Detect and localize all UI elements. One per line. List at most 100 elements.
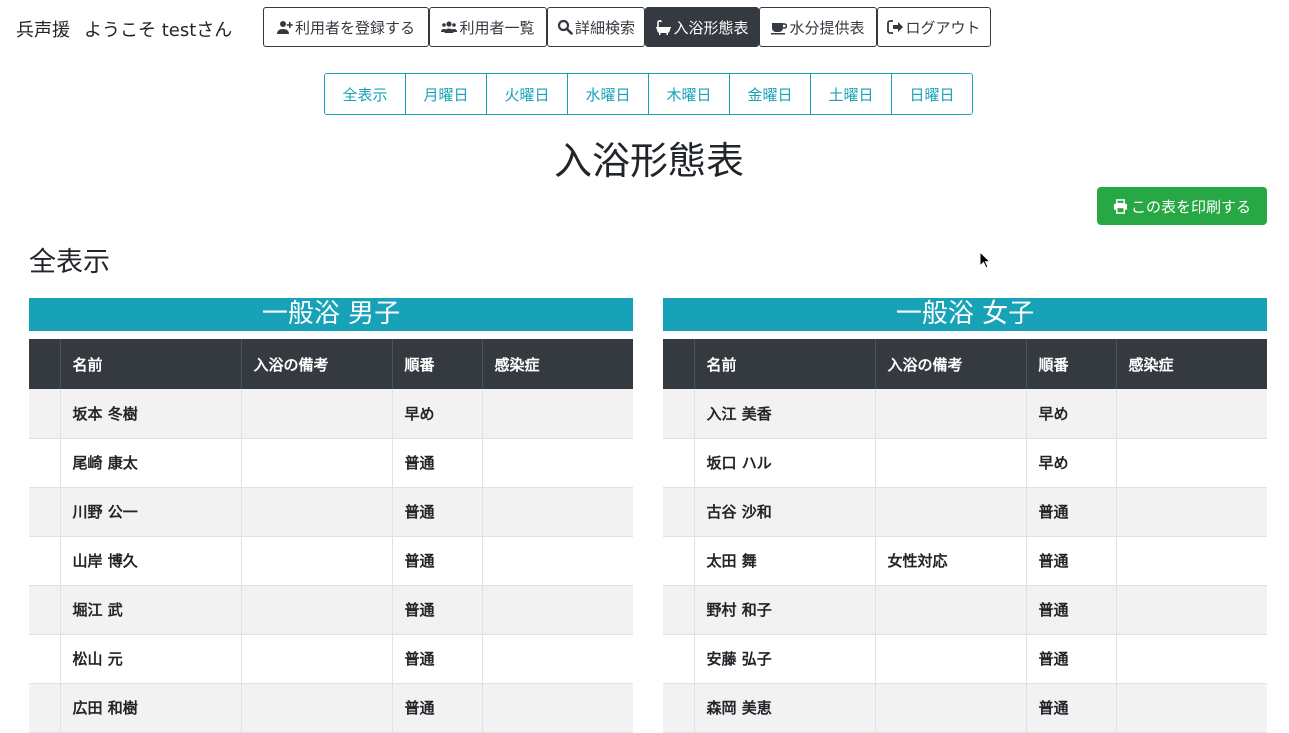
cell-infection (1116, 634, 1267, 684)
detail-search-button[interactable]: 詳細検索 (547, 7, 645, 47)
day-button-friday[interactable]: 金曜日 (730, 74, 811, 114)
cell-name: 山岸 博久 (60, 536, 242, 586)
register-user-button[interactable]: 利用者を登録する (263, 7, 429, 47)
cell-infection (1116, 438, 1267, 488)
cell-note (241, 487, 393, 537)
cell-note (241, 536, 393, 586)
row-marker (663, 585, 695, 635)
header-infection: 感染症 (482, 339, 633, 389)
panel-title: 一般浴 男子 (29, 298, 633, 331)
cell-name: 坂口 ハル (694, 438, 876, 488)
row-marker (29, 438, 61, 488)
table-row: 野村 和子 普通 (663, 585, 1267, 635)
cell-order: 普通 (1026, 683, 1117, 733)
table-row: 堀江 武 普通 (29, 585, 633, 635)
cell-infection (482, 487, 633, 537)
bath-icon (656, 20, 672, 35)
cell-order: 普通 (1026, 585, 1117, 635)
cell-infection (482, 536, 633, 586)
bath-table-label: 入浴形態表 (673, 18, 749, 37)
panel-title: 一般浴 女子 (663, 298, 1267, 331)
day-button-sunday[interactable]: 日曜日 (892, 74, 972, 114)
header-order: 順番 (392, 339, 483, 389)
header-note: 入浴の備考 (875, 339, 1027, 389)
row-marker (29, 389, 61, 439)
print-button[interactable]: この表を印刷する (1097, 187, 1267, 225)
cell-name: 入江 美香 (694, 389, 876, 439)
cell-infection (482, 438, 633, 488)
user-plus-icon (276, 21, 293, 34)
cell-note (875, 438, 1027, 488)
cell-order: 普通 (392, 585, 483, 635)
user-list-button[interactable]: 利用者一覧 (429, 7, 547, 47)
row-marker (663, 536, 695, 586)
table-row: 森岡 美恵 普通 (663, 683, 1267, 733)
table-row: 安藤 弘子 普通 (663, 634, 1267, 684)
day-button-tuesday[interactable]: 火曜日 (487, 74, 568, 114)
search-icon (557, 19, 573, 35)
header-name: 名前 (60, 339, 242, 389)
cell-order: 普通 (392, 438, 483, 488)
cell-order: 早め (392, 389, 483, 439)
cell-order: 普通 (392, 536, 483, 586)
cell-order: 普通 (1026, 487, 1117, 537)
cell-order: 普通 (392, 487, 483, 537)
cell-name: 広田 和樹 (60, 683, 242, 733)
cell-note (241, 634, 393, 684)
cell-infection (482, 683, 633, 733)
cell-order: 早め (1026, 438, 1117, 488)
cell-name: 尾崎 康太 (60, 438, 242, 488)
cell-infection (1116, 683, 1267, 733)
logout-label: ログアウト (905, 18, 981, 37)
water-table-label: 水分提供表 (789, 18, 865, 37)
bath-table-female: 名前 入浴の備考 順番 感染症 入江 美香 早め 坂口 ハル 早め 古谷 沙和 普通 … (663, 339, 1267, 733)
panel-female: 一般浴 女子 名前 入浴の備考 順番 感染症 入江 美香 早め 坂口 ハル 早め 古… (663, 298, 1267, 733)
table-row: 入江 美香 早め (663, 389, 1267, 439)
brand-name: 兵声援 (16, 20, 70, 41)
day-filter-group: 全表示 月曜日 火曜日 水曜日 木曜日 金曜日 土曜日 日曜日 (324, 73, 973, 115)
table-row: 太田 舞女性対応 普通 (663, 536, 1267, 586)
row-marker (663, 389, 695, 439)
cell-note: 女性対応 (875, 536, 1027, 586)
table-row: 坂本 冬樹 早め (29, 389, 633, 439)
cell-note (875, 487, 1027, 537)
page-title: 入浴形態表 (553, 139, 744, 183)
cell-note (875, 389, 1027, 439)
day-button-all[interactable]: 全表示 (325, 74, 406, 114)
cell-order: 普通 (392, 683, 483, 733)
cell-note (241, 389, 393, 439)
day-button-monday[interactable]: 月曜日 (406, 74, 487, 114)
cell-name: 堀江 武 (60, 585, 242, 635)
cell-note (241, 585, 393, 635)
register-user-label: 利用者を登録する (294, 18, 415, 37)
cell-order: 普通 (1026, 634, 1117, 684)
cell-infection (482, 634, 633, 684)
cell-name: 古谷 沙和 (694, 487, 876, 537)
water-table-button[interactable]: 水分提供表 (759, 7, 877, 47)
row-marker (29, 487, 61, 537)
cell-note (241, 683, 393, 733)
bath-table-button[interactable]: 入浴形態表 (645, 7, 759, 47)
row-marker (29, 536, 61, 586)
detail-search-label: 詳細検索 (574, 18, 635, 37)
table-row: 尾崎 康太 普通 (29, 438, 633, 488)
header-blank (663, 339, 695, 389)
cell-name: 坂本 冬樹 (60, 389, 242, 439)
user-list-label: 利用者一覧 (459, 18, 535, 37)
row-marker (29, 683, 61, 733)
table-row: 山岸 博久 普通 (29, 536, 633, 586)
row-marker (29, 585, 61, 635)
logout-button[interactable]: ログアウト (877, 7, 991, 47)
cell-infection (1116, 536, 1267, 586)
cell-infection (1116, 389, 1267, 439)
cell-order: 普通 (392, 634, 483, 684)
header-blank (29, 339, 61, 389)
day-button-wednesday[interactable]: 水曜日 (568, 74, 649, 114)
day-button-saturday[interactable]: 土曜日 (811, 74, 892, 114)
header-note: 入浴の備考 (241, 339, 393, 389)
day-button-thursday[interactable]: 木曜日 (649, 74, 730, 114)
cell-infection (482, 585, 633, 635)
row-marker (663, 487, 695, 537)
sign-out-icon (887, 20, 904, 34)
welcome-text: ようこそ testさん (84, 20, 233, 41)
